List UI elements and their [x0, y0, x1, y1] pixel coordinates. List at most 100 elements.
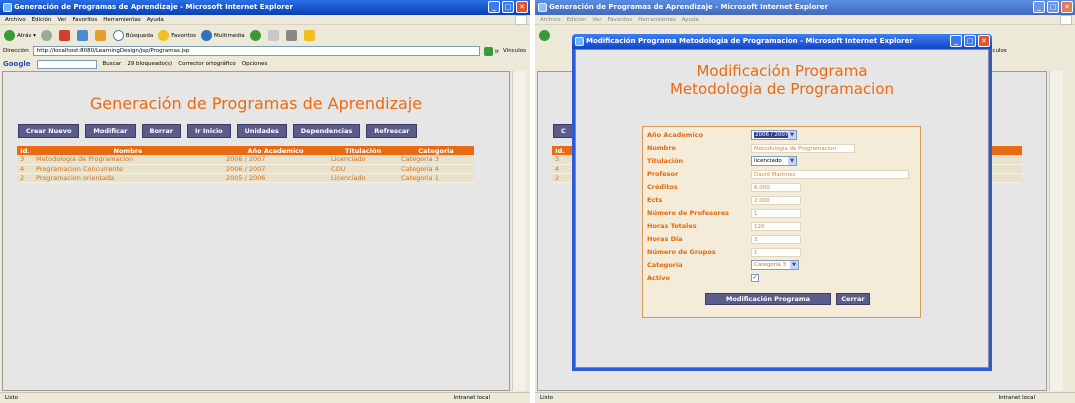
creditos-input[interactable]: 6.000: [751, 183, 801, 192]
crear-nuevo-button[interactable]: Crear Nuevo: [18, 124, 80, 138]
mail-button[interactable]: [267, 29, 279, 41]
categoria-label: Categoria: [647, 261, 683, 269]
forward-button[interactable]: [40, 29, 52, 41]
back-arrow-icon: [4, 29, 15, 41]
cell-titulacion: Licenciado: [328, 155, 398, 165]
table-row[interactable]: 3 Metodologia de Programacion 2006 / 200…: [17, 155, 474, 165]
google-logo[interactable]: Google: [3, 60, 31, 68]
cell-anio: 2006 / 2007: [223, 164, 328, 174]
multimedia-button[interactable]: Multimedia: [201, 29, 245, 41]
ie-icon: [538, 3, 547, 12]
menu-favoritos[interactable]: Favoritos: [72, 15, 97, 24]
refrescar-button[interactable]: Refrescar: [366, 124, 418, 138]
horas-totales-input[interactable]: 120: [751, 222, 801, 231]
stop-button[interactable]: [58, 29, 70, 41]
minimize-button[interactable]: _: [950, 35, 962, 47]
minimize-button[interactable]: _: [1033, 1, 1045, 13]
titulacion-select[interactable]: licenciado ▼: [751, 156, 797, 166]
browser-toolbar: Atrás ▾ Búsqueda Favoritos Multimedia: [0, 26, 530, 44]
search-button[interactable]: Búsqueda: [112, 29, 153, 41]
ie-window-background: Generación de Programas de Aprendizaje -…: [535, 0, 1075, 403]
status-bar: Listo Intranet local: [535, 392, 1075, 403]
menu-ver[interactable]: Ver: [592, 15, 601, 24]
num-grupos-input[interactable]: 1: [751, 248, 801, 257]
anio-select[interactable]: 2006 / 2007 ▼: [751, 130, 797, 140]
page-content: Generación de Programas de Aprendizaje C…: [2, 71, 510, 391]
table-row[interactable]: 4 Programacion Concurrente 2006 / 2007 C…: [17, 164, 474, 174]
close-button[interactable]: ✕: [516, 1, 528, 13]
links-label[interactable]: Vínculos: [503, 48, 526, 54]
vertical-scrollbar[interactable]: [512, 71, 526, 391]
back-button[interactable]: [539, 29, 550, 41]
address-input[interactable]: http://localhost:8080/LearningDesign/jsp…: [32, 46, 481, 56]
folder-icon[interactable]: [303, 29, 315, 41]
favorites-button[interactable]: Favoritos: [158, 29, 196, 41]
chevron-down-icon: ▼: [788, 131, 796, 139]
google-toolbar: Google Buscar 29 bloqueado(s) Corrector …: [0, 58, 530, 70]
window-titlebar: Generación de Programas de Aprendizaje -…: [0, 0, 530, 15]
address-label: Dirección: [3, 48, 29, 54]
menu-favoritos[interactable]: Favoritos: [607, 15, 632, 24]
modificacion-programa-button[interactable]: Modificación Programa: [705, 293, 831, 305]
print-button[interactable]: [285, 29, 297, 41]
menu-ver[interactable]: Ver: [57, 15, 66, 24]
menu-archivo[interactable]: Archivo: [540, 15, 561, 24]
minimize-button[interactable]: _: [488, 1, 500, 13]
nombre-input[interactable]: Metodologia de Programacion: [751, 144, 855, 153]
maximize-button[interactable]: □: [1047, 1, 1059, 13]
col-titulacion: Titulación: [328, 146, 398, 155]
table-header-row: Id. Nombre Año Academico Titulación Cate…: [17, 146, 474, 155]
media-icon: [201, 29, 213, 41]
action-buttons: C: [553, 124, 574, 138]
unidades-button[interactable]: Unidades: [236, 124, 287, 138]
activo-checkbox[interactable]: ✓: [751, 274, 759, 282]
google-search-button[interactable]: Buscar: [103, 61, 122, 67]
horas-totales-label: Horas Totales: [647, 222, 697, 230]
heading-line-1: Modificación Programa: [696, 62, 868, 80]
ir-inicio-button[interactable]: Ir Inicio: [186, 124, 231, 138]
windows-flag-icon: [515, 15, 527, 25]
menu-edicion[interactable]: Edición: [567, 15, 587, 24]
creditos-label: Créditos: [647, 183, 678, 191]
vertical-scrollbar[interactable]: [1049, 71, 1063, 391]
modify-program-dialog: Modificación Programa Metodologia de Pro…: [572, 34, 992, 371]
spell-check-button[interactable]: Corrector ortográfico: [178, 61, 236, 67]
popup-blocked[interactable]: 29 bloqueado(s): [127, 61, 172, 67]
modificar-button[interactable]: Modificar: [85, 124, 136, 138]
ects-input[interactable]: 2.000: [751, 196, 801, 205]
borrar-button[interactable]: Borrar: [141, 124, 181, 138]
maximize-button[interactable]: □: [964, 35, 976, 47]
dialog-title: Modificación Programa Metodologia de Pro…: [586, 37, 913, 45]
history-button[interactable]: [249, 29, 261, 41]
google-options-button[interactable]: Opciones: [242, 61, 267, 67]
home-button[interactable]: [94, 29, 106, 41]
go-button[interactable]: Ir: [484, 46, 499, 56]
cerrar-button[interactable]: Cerrar: [836, 293, 870, 305]
menu-herramientas[interactable]: Herramientas: [638, 15, 675, 24]
cell-nombre: Programacion Concurrente: [33, 164, 223, 174]
table-row[interactable]: 2 Programacion orientada 2005 / 2006 Lic…: [17, 173, 474, 183]
dependencias-button[interactable]: Dependencias: [292, 124, 361, 138]
action-buttons: Crear Nuevo Modificar Borrar Ir Inicio U…: [18, 124, 418, 138]
close-button[interactable]: ✕: [1061, 1, 1073, 13]
ects-label: Ects: [647, 196, 663, 204]
menu-ayuda[interactable]: Ayuda: [147, 15, 164, 24]
categoria-select[interactable]: Categoria 3 ▼: [751, 260, 799, 270]
num-profesores-input[interactable]: 1: [751, 209, 801, 218]
maximize-button[interactable]: □: [502, 1, 514, 13]
menu-edicion[interactable]: Edición: [32, 15, 52, 24]
menu-ayuda[interactable]: Ayuda: [682, 15, 699, 24]
crear-nuevo-button[interactable]: C: [553, 124, 574, 138]
google-search-input[interactable]: [36, 59, 97, 69]
cell-id: 4: [17, 164, 33, 174]
menu-bar: Archivo Edición Ver Favoritos Herramient…: [0, 15, 530, 25]
menu-archivo[interactable]: Archivo: [5, 15, 26, 24]
menu-herramientas[interactable]: Herramientas: [103, 15, 140, 24]
back-button[interactable]: Atrás ▾: [4, 29, 36, 41]
programs-table: Id. Nombre Año Academico Titulación Cate…: [17, 146, 474, 183]
status-text: Listo: [540, 395, 553, 401]
horas-dia-input[interactable]: 3: [751, 235, 801, 244]
refresh-button[interactable]: [76, 29, 88, 41]
profesor-input[interactable]: David Martinez: [751, 170, 909, 179]
close-button[interactable]: ✕: [978, 35, 990, 47]
